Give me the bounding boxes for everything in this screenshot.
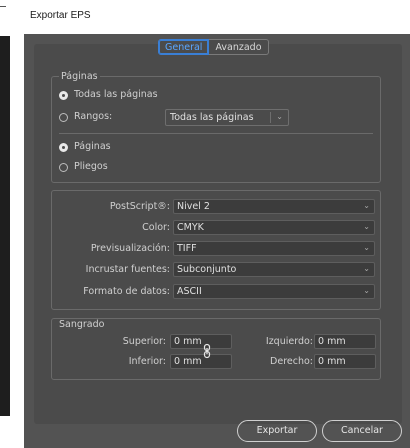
chevron-down-icon: ⌄ (363, 264, 370, 273)
preview-label: Previsualización: (90, 243, 170, 254)
bleed-right-input[interactable]: 0 mm (314, 354, 376, 369)
data-format-label: Formato de datos: (83, 286, 170, 297)
background-window-edge (0, 0, 10, 448)
bleed-right-value: 0 mm (318, 356, 346, 367)
color-select[interactable]: CMYK ⌄ (173, 220, 375, 235)
background-dark-edge (0, 36, 10, 416)
radio-ranges[interactable] (59, 113, 68, 122)
bleed-bottom-label: Inferior: (128, 356, 166, 367)
pages-legend: Páginas (59, 71, 100, 82)
ranges-value: Todas las páginas (170, 112, 254, 123)
pages-label: Páginas (74, 141, 111, 152)
title-bar[interactable]: Exportar EPS (24, 0, 410, 34)
bleed-top-label: Superior: (122, 336, 166, 347)
export-eps-dialog: Exportar EPS General Avanzado Páginas To… (24, 0, 410, 448)
tab-general[interactable]: General (158, 39, 210, 55)
postscript-label: PostScript®: (109, 201, 170, 212)
all-pages-label: Todas las páginas (74, 89, 158, 100)
chevron-down-icon: ⌄ (363, 222, 370, 231)
ranges-label: Rangos: (74, 111, 113, 122)
postscript-value: Nivel 2 (177, 201, 210, 212)
bleed-right-label: Derecho: (270, 356, 313, 367)
color-label: Color: (142, 222, 170, 233)
bleed-bottom-value: 0 mm (174, 356, 202, 367)
pages-divider (59, 133, 373, 134)
radio-spreads[interactable] (59, 163, 68, 172)
background-tick (0, 6, 6, 7)
bleed-left-input[interactable]: 0 mm (314, 334, 376, 349)
chevron-down-icon: ⌄ (363, 201, 370, 210)
color-value: CMYK (177, 222, 204, 233)
chevron-down-icon: ⌄ (276, 112, 283, 121)
bleed-top-value: 0 mm (174, 336, 202, 347)
preview-select[interactable]: TIFF ⌄ (173, 241, 375, 256)
bleed-left-value: 0 mm (318, 336, 346, 347)
export-button[interactable]: Exportar (237, 420, 317, 442)
spreads-label: Pliegos (74, 161, 108, 172)
postscript-select[interactable]: Nivel 2 ⌄ (173, 199, 375, 214)
tab-avanzado[interactable]: Avanzado (209, 39, 269, 55)
radio-pages[interactable] (59, 143, 68, 152)
preview-value: TIFF (177, 243, 197, 254)
data-format-value: ASCII (177, 286, 202, 297)
data-format-select[interactable]: ASCII ⌄ (173, 284, 375, 299)
ranges-dropdown[interactable]: Todas las páginas ⌄ (165, 109, 289, 126)
chevron-down-icon: ⌄ (363, 286, 370, 295)
embed-fonts-select[interactable]: Subconjunto ⌄ (173, 262, 375, 277)
tab-bar: General Avanzado (158, 39, 269, 55)
bleed-left-label: Izquierdo: (265, 336, 313, 347)
link-icon[interactable] (202, 343, 212, 359)
window-title: Exportar EPS (30, 10, 91, 21)
cancel-button[interactable]: Cancelar (322, 420, 402, 442)
embed-fonts-label: Incrustar fuentes: (85, 264, 170, 275)
embed-fonts-value: Subconjunto (177, 264, 237, 275)
bleed-bottom-input[interactable]: 0 mm (170, 354, 232, 369)
radio-all-pages[interactable] (59, 91, 68, 100)
dropdown-separator (270, 112, 271, 123)
bleed-top-input[interactable]: 0 mm (170, 334, 232, 349)
chevron-down-icon: ⌄ (363, 243, 370, 252)
bleed-legend: Sangrado (59, 319, 105, 330)
